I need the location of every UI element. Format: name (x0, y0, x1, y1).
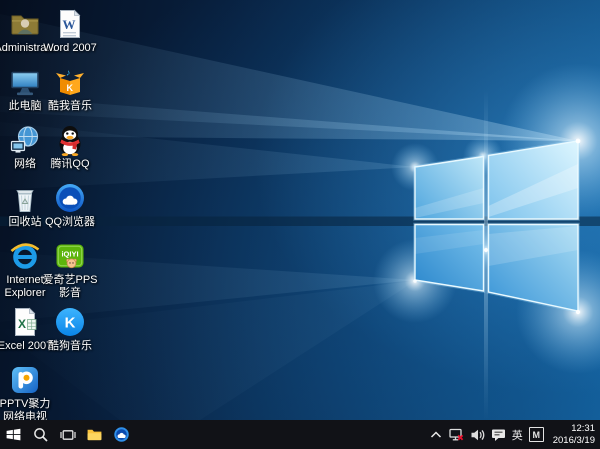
tray-expand-button[interactable] (429, 428, 443, 442)
network-status-icon[interactable] (449, 427, 464, 442)
ime-language-indicator[interactable]: 英 (512, 427, 523, 443)
qq-browser-icon (113, 426, 130, 443)
desktop-icon-label: 酷我音乐 (39, 100, 101, 113)
desktop-icon-label: Word 2007 (39, 42, 101, 55)
qq-browser-cloud-icon (54, 180, 86, 214)
ime-mode-indicator[interactable]: M (529, 427, 544, 442)
recycle-bin-icon (9, 180, 41, 214)
desktop-icon-tencent-qq[interactable]: 腾讯QQ (39, 122, 101, 171)
clock-date: 2016/3/19 (553, 435, 595, 447)
kugou-music-icon: K (54, 304, 86, 338)
administrator-folder-icon (9, 6, 41, 40)
network-disconnected-icon (449, 427, 464, 442)
ime-panel-icon[interactable] (491, 427, 506, 442)
windows-start-icon (5, 426, 22, 443)
internet-explorer-icon (9, 238, 41, 272)
desktop-icon-kuwo-music[interactable]: K ♪ 酷我音乐 (39, 64, 101, 113)
system-tray: 英 M 12:31 2016/3/19 (429, 420, 600, 449)
svg-text:K: K (65, 315, 76, 332)
file-explorer-folder-icon (86, 426, 103, 443)
taskbar: 英 M 12:31 2016/3/19 (0, 420, 600, 449)
word-document-icon: W (54, 6, 86, 40)
svg-text:iQIYI: iQIYI (61, 250, 78, 259)
volume-icon[interactable] (470, 427, 485, 442)
svg-text:X: X (18, 317, 26, 331)
desktop-icon-word-2007[interactable]: W Word 2007 (39, 6, 101, 55)
network-globe-icon (9, 122, 41, 156)
desktop-icon-pptv[interactable]: PPTV聚力 网络电视 (0, 362, 56, 423)
qq-penguin-icon (54, 122, 86, 156)
file-explorer-button[interactable] (81, 420, 108, 449)
speaker-icon (470, 427, 485, 442)
search-button[interactable] (27, 420, 54, 449)
svg-text:K: K (67, 83, 74, 93)
clock[interactable]: 12:31 2016/3/19 (550, 423, 595, 447)
this-pc-monitor-icon (9, 64, 41, 98)
desktop-icon-iqiyi-pps[interactable]: iQIYI 爱奇艺PPS 影音 (39, 238, 101, 299)
desktop-icon-kugou-music[interactable]: K 酷狗音乐 (39, 304, 101, 353)
ime-language-bar-icon (491, 427, 506, 442)
kuwo-music-box-icon: K ♪ (54, 64, 86, 98)
desktop-icon-label: 腾讯QQ (39, 158, 101, 171)
desktop-icon-label: 酷狗音乐 (39, 340, 101, 353)
desktop[interactable]: Administra... W Word 2007 此电脑 (0, 0, 600, 449)
desktop-icon-label: 爱奇艺PPS 影音 (39, 274, 101, 299)
svg-text:W: W (63, 17, 76, 32)
start-button[interactable] (0, 420, 27, 449)
clock-time: 12:31 (553, 423, 595, 435)
pptv-icon (9, 362, 41, 396)
search-icon (33, 427, 49, 443)
excel-document-icon: X (9, 304, 41, 338)
chevron-up-icon (429, 428, 443, 442)
svg-text:♪: ♪ (66, 68, 71, 78)
task-view-icon (60, 427, 76, 443)
task-view-button[interactable] (54, 420, 81, 449)
desktop-icon-qq-browser[interactable]: QQ浏览器 (39, 180, 101, 229)
desktop-icon-label: QQ浏览器 (39, 216, 101, 229)
iqiyi-pps-icon: iQIYI (54, 238, 86, 272)
qq-browser-taskbar-button[interactable] (108, 420, 135, 449)
